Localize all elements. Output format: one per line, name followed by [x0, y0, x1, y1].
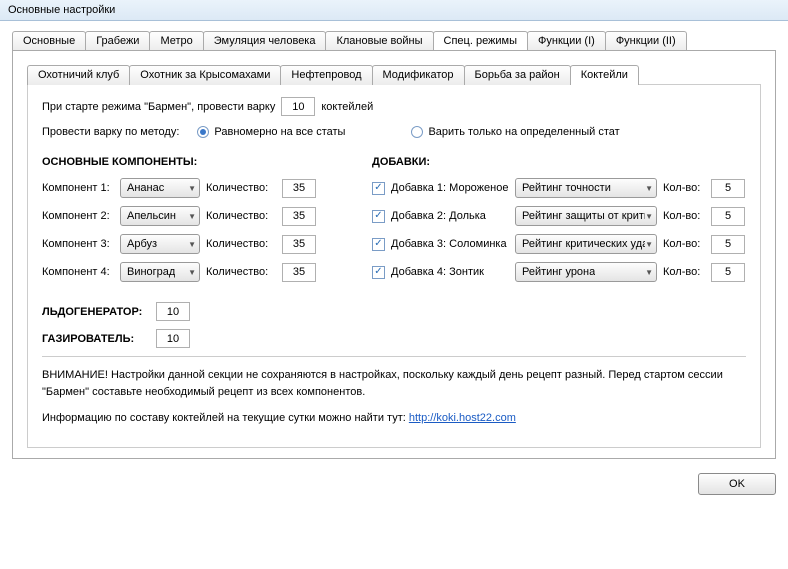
- chevron-down-icon: ▼: [645, 184, 653, 193]
- addition-label: Добавка 4: Зонтик: [391, 266, 509, 278]
- method-opt2-label: Варить только на определенный стат: [428, 126, 619, 138]
- gas-input[interactable]: [156, 329, 190, 348]
- component-qty-input[interactable]: [282, 207, 316, 226]
- addition-qty-label: Кол-во:: [663, 210, 705, 222]
- addition-label: Добавка 1: Мороженое: [391, 182, 509, 194]
- ok-button[interactable]: OK: [698, 473, 776, 495]
- addition-qty-label: Кол-во:: [663, 266, 705, 278]
- start-label-pre: При старте режима "Бармен", провести вар…: [42, 101, 275, 113]
- inner-tab[interactable]: Борьба за район: [464, 65, 571, 85]
- ice-input[interactable]: [156, 302, 190, 321]
- addition-rating-value: Рейтинг защиты от крити: [522, 210, 645, 222]
- addition-qty-input[interactable]: [711, 207, 745, 226]
- outer-tab[interactable]: Грабежи: [85, 31, 150, 51]
- inner-tab[interactable]: Модификатор: [372, 65, 465, 85]
- inner-tabbar: Охотничий клубОхотник за КрысомахамиНефт…: [27, 65, 761, 85]
- addition-qty-label: Кол-во:: [663, 238, 705, 250]
- chevron-down-icon: ▼: [188, 240, 196, 249]
- component-select[interactable]: Виноград ▼: [120, 262, 200, 282]
- outer-tab[interactable]: Эмуляция человека: [203, 31, 327, 51]
- ice-label: ЛЬДОГЕНЕРАТОР:: [42, 306, 150, 318]
- info-pre: Информацию по составу коктейлей на текущ…: [42, 412, 409, 424]
- component-qty-input[interactable]: [282, 263, 316, 282]
- inner-tab[interactable]: Коктейли: [570, 65, 639, 85]
- outer-tab[interactable]: Функции (II): [605, 31, 687, 51]
- addition-rating-value: Рейтинг точности: [522, 182, 611, 194]
- addition-qty-input[interactable]: [711, 179, 745, 198]
- component-qty-label: Количество:: [206, 266, 276, 278]
- outer-tabpanel: Охотничий клубОхотник за КрысомахамиНефт…: [12, 50, 776, 459]
- component-label: Компонент 3:: [42, 238, 114, 250]
- radio-icon: [411, 126, 423, 138]
- outer-tab[interactable]: Основные: [12, 31, 86, 51]
- component-select[interactable]: Апельсин ▼: [120, 206, 200, 226]
- addition-label: Добавка 2: Долька: [391, 210, 509, 222]
- addition-label: Добавка 3: Соломинка: [391, 238, 509, 250]
- start-count-input[interactable]: [281, 97, 315, 116]
- component-select-value: Виноград: [127, 266, 175, 278]
- component-qty-label: Количество:: [206, 238, 276, 250]
- chevron-down-icon: ▼: [645, 212, 653, 221]
- outer-tab[interactable]: Метро: [149, 31, 203, 51]
- method-opt1-label: Равномерно на все статы: [214, 126, 345, 138]
- component-qty-label: Количество:: [206, 182, 276, 194]
- chevron-down-icon: ▼: [645, 268, 653, 277]
- start-label-post: коктейлей: [321, 101, 373, 113]
- addition-rating-select[interactable]: Рейтинг урона ▼: [515, 262, 657, 282]
- component-select-value: Ананас: [127, 182, 164, 194]
- outer-tabbar: ОсновныеГрабежиМетроЭмуляция человекаКла…: [12, 31, 776, 51]
- addition-qty-label: Кол-во:: [663, 182, 705, 194]
- outer-tab[interactable]: Спец. режимы: [433, 31, 529, 51]
- component-qty-input[interactable]: [282, 179, 316, 198]
- addition-qty-input[interactable]: [711, 235, 745, 254]
- addition-rating-select[interactable]: Рейтинг защиты от крити▼: [515, 206, 657, 226]
- component-select-value: Апельсин: [127, 210, 176, 222]
- addition-rating-value: Рейтинг критических уда: [522, 238, 645, 250]
- inner-tab[interactable]: Охотничий клуб: [27, 65, 130, 85]
- component-select[interactable]: Ананас ▼: [120, 178, 200, 198]
- info-link[interactable]: http://koki.host22.com: [409, 412, 516, 424]
- method-label: Провести варку по методу:: [42, 126, 179, 138]
- inner-tab[interactable]: Охотник за Крысомахами: [129, 65, 281, 85]
- component-select-value: Арбуз: [127, 238, 157, 250]
- info-text: Информацию по составу коктейлей на текущ…: [42, 410, 746, 427]
- component-select[interactable]: Арбуз ▼: [120, 234, 200, 254]
- addition-checkbox[interactable]: ✓: [372, 266, 385, 279]
- chevron-down-icon: ▼: [188, 268, 196, 277]
- addition-rating-value: Рейтинг урона: [522, 266, 595, 278]
- method-radio-1[interactable]: Равномерно на все статы: [197, 126, 345, 138]
- window-titlebar: Основные настройки: [0, 0, 788, 21]
- component-qty-label: Количество:: [206, 210, 276, 222]
- inner-tabpanel: При старте режима "Бармен", провести вар…: [27, 84, 761, 448]
- component-label: Компонент 2:: [42, 210, 114, 222]
- outer-tab[interactable]: Функции (I): [527, 31, 606, 51]
- radio-icon: [197, 126, 209, 138]
- outer-tab[interactable]: Клановые войны: [325, 31, 433, 51]
- addition-rating-select[interactable]: Рейтинг точности ▼: [515, 178, 657, 198]
- component-label: Компонент 4:: [42, 266, 114, 278]
- component-qty-input[interactable]: [282, 235, 316, 254]
- window-title: Основные настройки: [8, 4, 115, 16]
- addition-checkbox[interactable]: ✓: [372, 182, 385, 195]
- warning-text: ВНИМАНИЕ! Настройки данной секции не сох…: [42, 367, 746, 400]
- method-radio-2[interactable]: Варить только на определенный стат: [411, 126, 619, 138]
- chevron-down-icon: ▼: [188, 212, 196, 221]
- chevron-down-icon: ▼: [645, 240, 653, 249]
- addition-checkbox[interactable]: ✓: [372, 210, 385, 223]
- inner-tab[interactable]: Нефтепровод: [280, 65, 372, 85]
- divider: [42, 356, 746, 357]
- addition-rating-select[interactable]: Рейтинг критических уда▼: [515, 234, 657, 254]
- addition-checkbox[interactable]: ✓: [372, 238, 385, 251]
- components-header: ОСНОВНЫЕ КОМПОНЕНТЫ:: [42, 156, 362, 168]
- gas-label: ГАЗИРОВАТЕЛЬ:: [42, 333, 150, 345]
- dialog-button-bar: OK: [0, 467, 788, 505]
- component-label: Компонент 1:: [42, 182, 114, 194]
- addition-qty-input[interactable]: [711, 263, 745, 282]
- additions-header: ДОБАВКИ:: [372, 156, 746, 168]
- chevron-down-icon: ▼: [188, 184, 196, 193]
